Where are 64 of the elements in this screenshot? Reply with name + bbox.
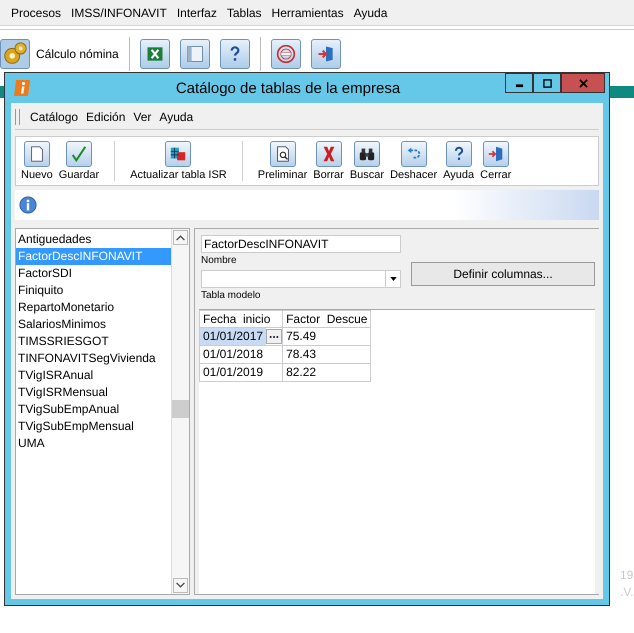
window-title: Catálogo de tablas de la empresa: [174, 80, 402, 96]
table-icon: [169, 145, 188, 163]
info-app-icon: [13, 79, 31, 97]
table-cell-text: 75.49: [285, 328, 318, 345]
toolbar-button[interactable]: Actualizar tabla ISR: [129, 141, 228, 181]
toolbar-button[interactable]: [140, 39, 170, 69]
stamp-icon: [276, 44, 296, 64]
close-button[interactable]: [561, 73, 605, 93]
list-item[interactable]: Antiguedades: [16, 231, 171, 248]
menu-item[interactable]: Edición: [86, 110, 126, 124]
table-cell-text: 01/01/2019: [202, 364, 264, 381]
name-field[interactable]: FactorDescINFONAVIT: [201, 235, 401, 253]
menu-item[interactable]: IMSS/INFONAVIT: [71, 6, 167, 20]
table-cell-text: 78.43: [285, 346, 318, 363]
window-icon: [184, 44, 205, 64]
field-label: Nombre: [201, 255, 237, 266]
column-header[interactable]: Factor Descue: [282, 310, 371, 328]
list-item[interactable]: TVigSubEmpAnual: [16, 401, 171, 418]
list-item[interactable]: TVigISRMensual: [16, 384, 171, 401]
field-label: Tabla modelo: [201, 290, 260, 301]
list-item[interactable]: SalariosMinimos: [16, 316, 171, 333]
ellipsis-button[interactable]: [266, 329, 282, 344]
table-cell-text: 82.22: [285, 364, 318, 381]
list-item[interactable]: Finiquito: [16, 282, 171, 299]
table-cell-text: 01/01/2018: [202, 346, 264, 363]
toolbar-button[interactable]: [310, 39, 341, 69]
menu-item[interactable]: Ayuda: [159, 110, 194, 124]
define-columns-button[interactable]: Definir columnas...: [411, 262, 595, 286]
list-item[interactable]: TINFONAVITSegVivienda: [16, 350, 171, 367]
table-cell: 01/01/2017: [200, 328, 266, 345]
maximize-button[interactable]: [533, 73, 561, 93]
toolbar-button[interactable]: Preliminar: [256, 141, 308, 181]
list-item[interactable]: TVigISRAnual: [16, 367, 171, 384]
maximize-icon: [542, 78, 552, 88]
menu-item[interactable]: Tablas: [226, 6, 262, 20]
menu-item[interactable]: Ver: [133, 110, 152, 124]
menu-item[interactable]: Ayuda: [354, 6, 388, 20]
menu-item[interactable]: Herramientas: [272, 6, 344, 20]
ellipsis-icon: [269, 334, 280, 338]
list-item[interactable]: FactorSDI: [16, 265, 171, 282]
toolbar-button[interactable]: Buscar: [348, 141, 386, 181]
column-header[interactable]: Fecha inicio: [200, 310, 283, 328]
info-icon: [19, 196, 37, 214]
scroll-thumb[interactable]: [172, 400, 189, 418]
calculate-button[interactable]: Cálculo nómina: [0, 39, 119, 69]
menu-item[interactable]: Catálogo: [30, 110, 78, 124]
checkmark-icon: [70, 145, 88, 163]
list-item[interactable]: RepartoMonetario: [16, 299, 171, 316]
dropdown-arrow-icon: [390, 277, 396, 281]
toolbar-button[interactable]: [270, 39, 301, 69]
list-item[interactable]: UMA: [16, 435, 171, 452]
minimize-button[interactable]: [505, 73, 533, 93]
close-icon: [578, 78, 588, 88]
scrollbar[interactable]: [171, 229, 189, 594]
exit-icon: [486, 145, 505, 163]
toolbar-button[interactable]: Deshacer: [389, 141, 438, 181]
list-item[interactable]: TIMSSRIESGOT: [16, 333, 171, 350]
toolbar-button[interactable]: Guardar: [58, 141, 100, 181]
toolbar-button[interactable]: [220, 39, 250, 69]
list-item[interactable]: TVigSubEmpMensual: [16, 418, 171, 435]
menu-item[interactable]: Procesos: [11, 6, 62, 20]
gears-icon: [0, 39, 30, 69]
toolbar-button[interactable]: [180, 39, 210, 69]
menu-item[interactable]: Interfaz: [176, 6, 217, 20]
